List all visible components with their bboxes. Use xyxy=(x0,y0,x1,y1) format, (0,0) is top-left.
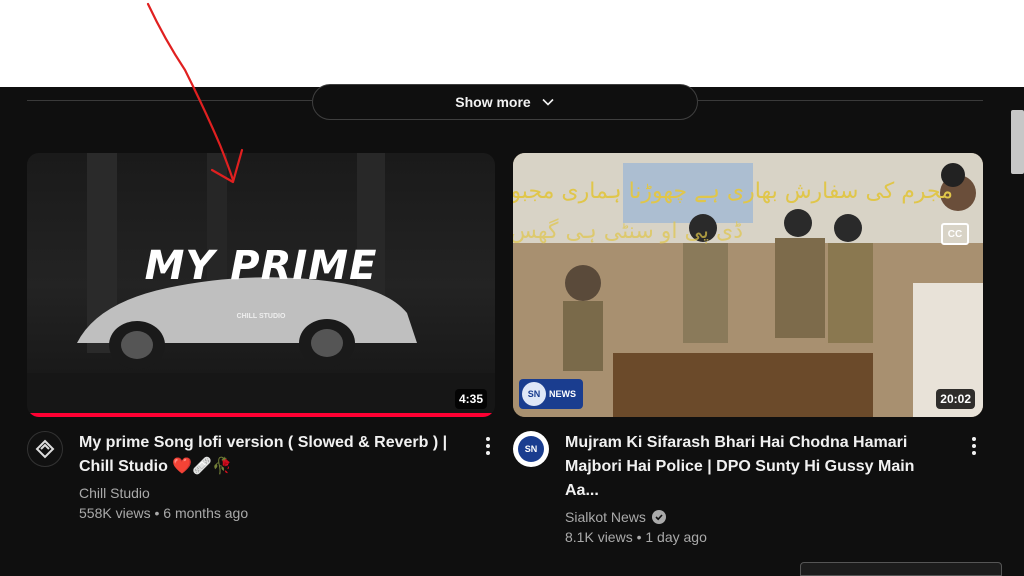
video-thumbnail-1[interactable]: MY PRIME CHILL STUDIO 4:35 xyxy=(27,153,495,417)
duration-badge: 20:02 xyxy=(936,389,975,409)
logo-text: NEWS xyxy=(549,389,576,399)
video-stats: 558K views • 6 months ago xyxy=(79,505,249,521)
channel-name[interactable]: Sialkot News xyxy=(565,509,945,525)
thumbnail-title-text: MY PRIME xyxy=(144,243,378,289)
channel-avatar[interactable] xyxy=(27,431,63,467)
channel-name[interactable]: Chill Studio xyxy=(79,485,459,501)
more-options-icon[interactable] xyxy=(962,434,986,458)
scrollbar-thumb[interactable] xyxy=(1011,110,1024,174)
more-options-icon[interactable] xyxy=(476,434,500,458)
thumbnail-subtitle-text: CHILL STUDIO xyxy=(236,313,286,320)
video-title[interactable]: My prime Song lofi version ( Slowed & Re… xyxy=(79,431,459,479)
show-more-label: Show more xyxy=(455,94,531,110)
cc-icon: CC xyxy=(941,223,969,245)
logo-abbrev: SN xyxy=(522,382,546,406)
duration-badge: 4:35 xyxy=(454,389,487,409)
chill-studio-logo-icon xyxy=(35,439,55,459)
thumbnail-caption-line-1: مجرم کی سفارش بھاری ہے چھوڑنا ہماری مجبو… xyxy=(513,179,953,204)
sialkot-news-logo-icon: SN xyxy=(518,436,544,462)
video-stats: 8.1K views • 1 day ago xyxy=(565,529,707,545)
channel-avatar[interactable]: SN xyxy=(513,431,549,467)
chevron-down-icon xyxy=(542,98,554,106)
video-meta-2: Mujram Ki Sifarash Bhari Hai Chodna Hama… xyxy=(565,431,945,545)
video-meta-1: My prime Song lofi version ( Slowed & Re… xyxy=(79,431,459,521)
white-top-area xyxy=(0,0,1024,87)
show-more-button[interactable]: Show more xyxy=(312,84,698,120)
partial-popup-panel xyxy=(800,562,1002,576)
thumbnail-caption-line-2: ڈی پی او سنٹی ہی گھس گئے xyxy=(513,219,743,244)
channel-name-text: Sialkot News xyxy=(565,509,646,525)
channel-name-text: Chill Studio xyxy=(79,485,150,501)
divider-right xyxy=(698,100,983,101)
divider-left xyxy=(27,100,312,101)
watched-progress-bar xyxy=(27,413,495,417)
channel-logo-watermark: SN NEWS xyxy=(519,379,583,409)
video-thumbnail-2[interactable]: مجرم کی سفارش بھاری ہے چھوڑنا ہماری مجبو… xyxy=(513,153,983,417)
verified-check-icon xyxy=(651,510,666,524)
video-title[interactable]: Mujram Ki Sifarash Bhari Hai Chodna Hama… xyxy=(565,431,945,503)
